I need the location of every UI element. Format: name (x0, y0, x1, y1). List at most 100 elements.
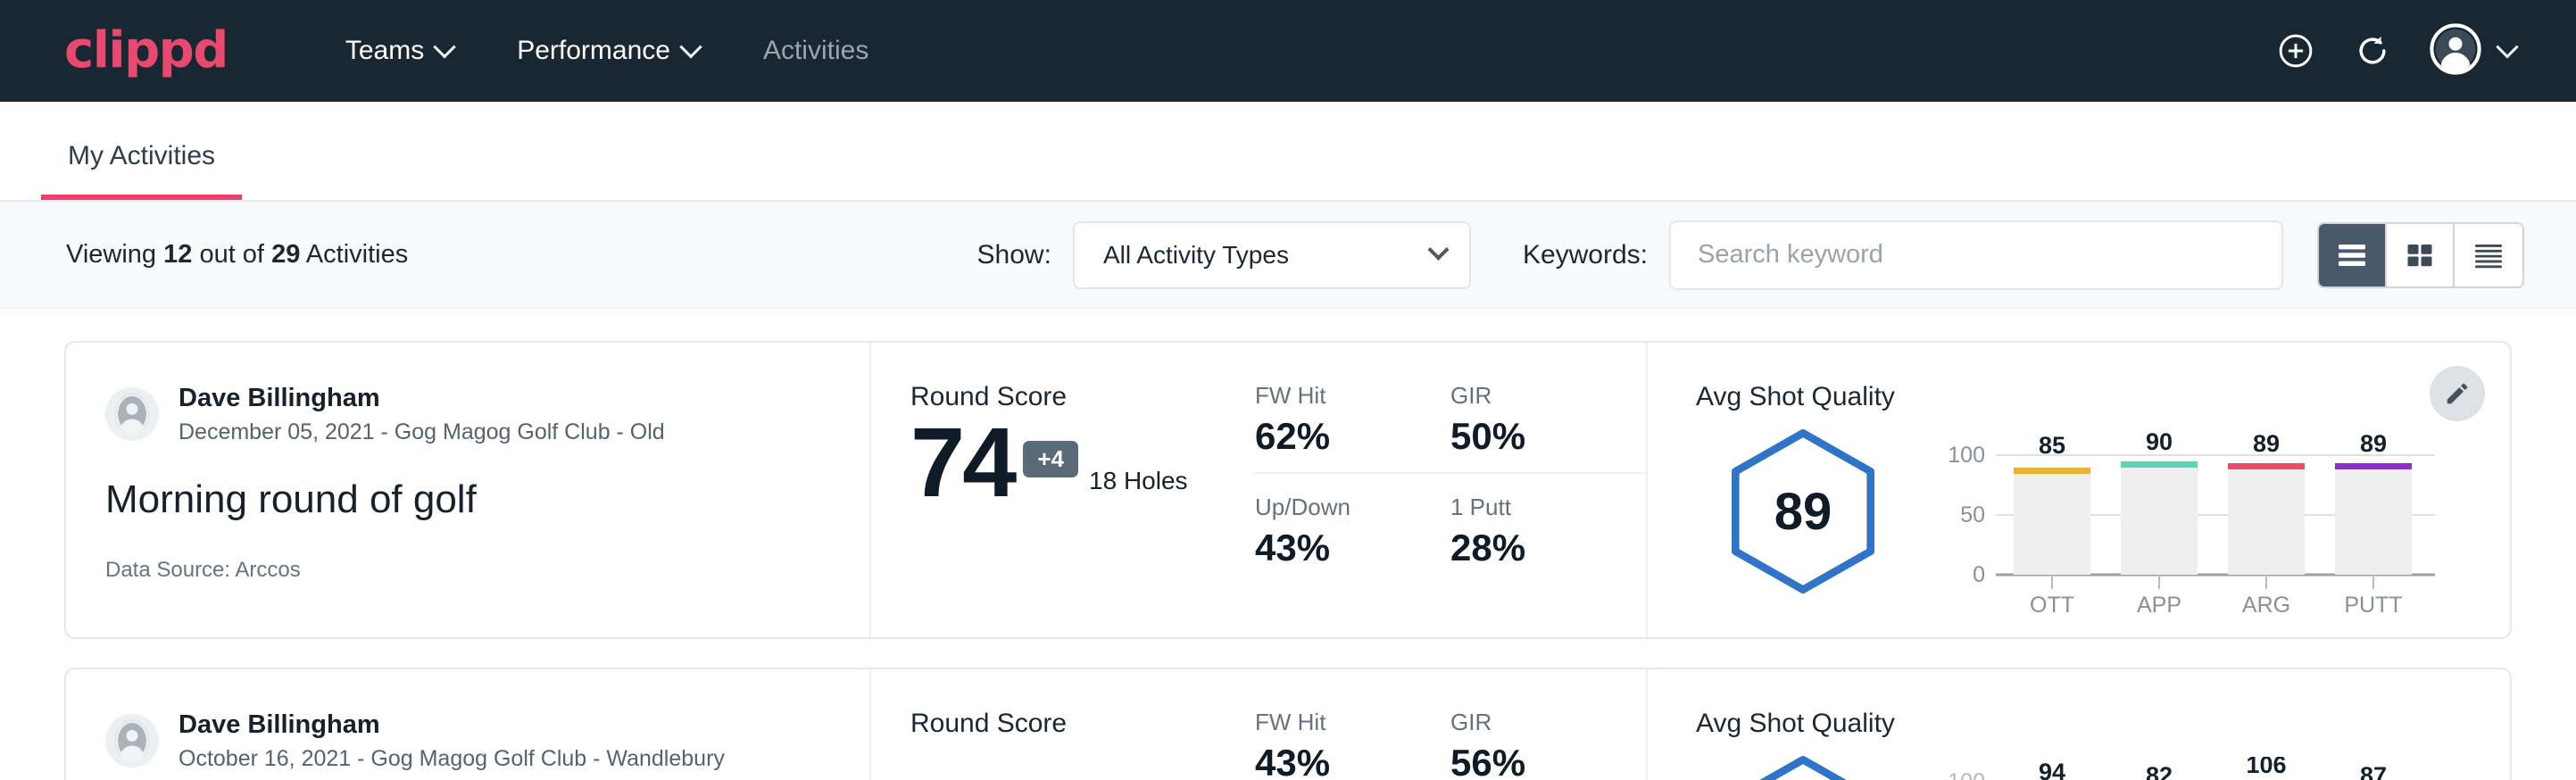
activity-player: Dave Billingham December 05, 2021 - Gog … (105, 382, 869, 447)
view-mode-toggle (2317, 222, 2524, 288)
stat-value: 50% (1450, 415, 1619, 458)
clippd-logo[interactable]: clippd (64, 26, 228, 76)
activity-meta: December 05, 2021 - Gog Magog Golf Club … (179, 418, 665, 447)
stat-fw-hit: FW Hit 62% (1255, 382, 1450, 474)
quality-hexagon (1696, 744, 1910, 780)
nav-item-label: Activities (763, 36, 868, 66)
player-name: Dave Billingham (179, 382, 665, 414)
chevron-down-icon (679, 36, 702, 58)
round-score-label: Round Score (910, 709, 1255, 739)
filter-toolbar: Viewing 12 out of 29 Activities Show: Al… (0, 202, 2576, 309)
stat-gir: GIR 56% (1450, 709, 1646, 780)
activities-list: Dave Billingham December 05, 2021 - Gog … (0, 309, 2576, 780)
tab-my-activities[interactable]: My Activities (41, 141, 242, 200)
stat-value: 43% (1255, 527, 1424, 569)
stat-value: 43% (1255, 742, 1424, 780)
shot-quality-bar-chart: 100 50 0 85 OTT (1935, 418, 2444, 622)
show-label: Show: (977, 240, 1051, 270)
compact-view-button[interactable] (2455, 224, 2522, 286)
avg-shot-quality-label: Avg Shot Quality (1696, 382, 2510, 412)
svg-text:APP: APP (2137, 593, 2181, 618)
viewing-mid: out of (199, 240, 264, 269)
activity-stats: FW Hit 43% GIR 56% (1255, 669, 1648, 780)
round-score-section: Round Score 74 +4 18 Holes (871, 343, 1255, 637)
edit-activity-button[interactable] (2430, 366, 2485, 421)
tab-label: My Activities (68, 141, 215, 170)
svg-text:OTT: OTT (2030, 593, 2074, 618)
avatar (105, 387, 159, 441)
account-menu[interactable] (2430, 23, 2515, 79)
activity-type-select[interactable]: All Activity Types (1073, 221, 1471, 289)
activity-type-value: All Activity Types (1103, 241, 1289, 270)
chevron-down-icon (1427, 239, 1449, 261)
viewing-suffix: Activities (306, 240, 408, 269)
svg-text:94: 94 (2039, 759, 2065, 780)
activity-summary: Dave Billingham October 16, 2021 - Gog M… (66, 669, 871, 780)
stat-label: Up/Down (1255, 494, 1424, 521)
nav-item-performance[interactable]: Performance (485, 36, 731, 66)
grid-view-button[interactable] (2387, 224, 2455, 286)
account-avatar-icon (2430, 23, 2481, 79)
nav-actions (2276, 23, 2515, 79)
svg-text:89: 89 (2360, 430, 2387, 457)
viewing-summary: Viewing 12 out of 29 Activities (66, 240, 408, 270)
nav-item-label: Teams (345, 36, 424, 66)
activity-title: Morning round of golf (105, 477, 869, 522)
svg-text:106: 106 (2246, 757, 2286, 778)
holes-played: 18 Holes (1089, 467, 1188, 495)
stat-label: GIR (1450, 709, 1619, 736)
stat-label: FW Hit (1255, 709, 1424, 736)
stat-value: 62% (1255, 415, 1424, 458)
viewing-count: 12 (163, 240, 192, 269)
activity-card[interactable]: Dave Billingham October 16, 2021 - Gog M… (64, 668, 2512, 780)
quality-hexagon: 89 (1696, 418, 1910, 596)
refresh-icon[interactable] (2353, 31, 2392, 71)
nav-item-activities[interactable]: Activities (731, 36, 901, 66)
nav-item-label: Performance (517, 36, 670, 66)
svg-text:85: 85 (2039, 432, 2065, 459)
player-name: Dave Billingham (179, 709, 725, 741)
top-navigation-bar: clippd Teams Performance Activities (0, 0, 2576, 102)
main-nav: Teams Performance Activities (313, 36, 901, 66)
stat-label: FW Hit (1255, 382, 1424, 410)
stat-one-putt: 1 Putt 28% (1450, 494, 1646, 584)
stat-gir: GIR 50% (1450, 382, 1646, 474)
stat-label: 1 Putt (1450, 494, 1619, 521)
svg-text:82: 82 (2146, 762, 2173, 780)
avatar (105, 714, 159, 768)
activity-meta: October 16, 2021 - Gog Magog Golf Club -… (179, 744, 725, 774)
svg-text:50: 50 (1960, 502, 1985, 527)
avg-shot-quality-section: Avg Shot Quality 89 100 50 0 (1648, 343, 2510, 637)
activity-stats: FW Hit 62% GIR 50% Up/Down 43% 1 Putt 28… (1255, 343, 1648, 637)
svg-text:90: 90 (2146, 430, 2173, 455)
add-circle-icon[interactable] (2276, 31, 2315, 71)
list-view-button[interactable] (2319, 224, 2387, 286)
activity-card[interactable]: Dave Billingham December 05, 2021 - Gog … (64, 341, 2512, 639)
svg-text:0: 0 (1973, 562, 1985, 587)
svg-text:89: 89 (2253, 430, 2280, 457)
nav-item-teams[interactable]: Teams (313, 36, 485, 66)
viewing-total: 29 (271, 240, 300, 269)
svg-text:100: 100 (1948, 769, 1985, 780)
shot-quality-bar-chart: 100 94 82 106 87 (1935, 744, 2444, 780)
avg-shot-quality-label: Avg Shot Quality (1696, 709, 2510, 739)
viewing-prefix: Viewing (66, 240, 156, 269)
chevron-down-icon (433, 36, 455, 58)
svg-text:100: 100 (1948, 443, 1985, 468)
tab-bar: My Activities (0, 102, 2576, 202)
svg-text:PUTT: PUTT (2344, 593, 2402, 618)
avg-shot-quality-section: Avg Shot Quality 100 94 82 106 (1648, 669, 2510, 780)
keywords-label: Keywords: (1523, 240, 1648, 270)
search-input[interactable] (1669, 220, 2283, 290)
stat-up-down: Up/Down 43% (1255, 494, 1450, 584)
round-score-value: 74 (910, 418, 1014, 508)
avg-shot-quality-value (1726, 753, 1880, 780)
stat-label: GIR (1450, 382, 1619, 410)
stat-fw-hit: FW Hit 43% (1255, 709, 1450, 780)
filter-controls: Show: All Activity Types Keywords: (977, 220, 2524, 290)
activity-player: Dave Billingham October 16, 2021 - Gog M… (105, 709, 869, 774)
svg-text:87: 87 (2360, 762, 2387, 780)
stat-value: 28% (1450, 527, 1619, 569)
score-to-par-badge: +4 (1023, 441, 1078, 477)
activity-data-source: Data Source: Arccos (105, 558, 869, 583)
